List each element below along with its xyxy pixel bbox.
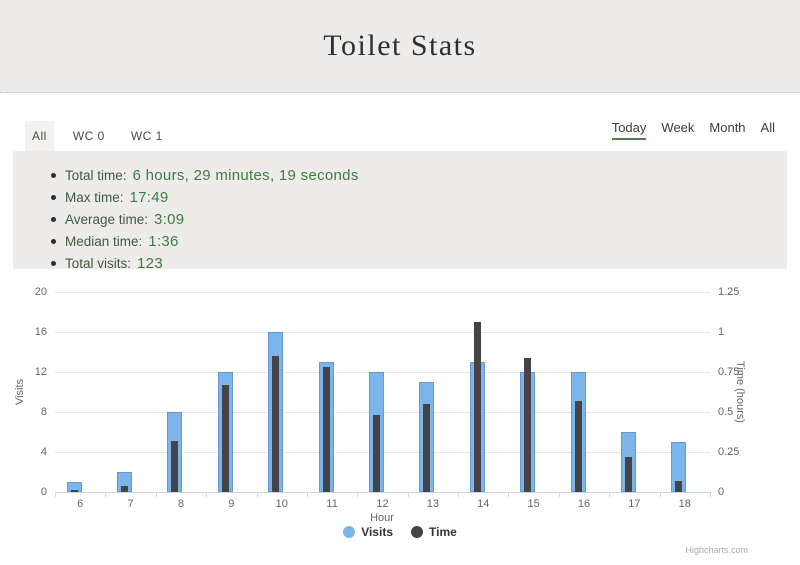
bar-time-6[interactable] bbox=[71, 490, 78, 492]
stat-max-time: Max time: 17:49 bbox=[51, 186, 787, 208]
y-axis-tick-right: 1 bbox=[718, 326, 724, 338]
stat-median-time: Median time: 1:36 bbox=[51, 230, 787, 252]
bullet-icon bbox=[51, 217, 56, 222]
x-axis-title: Hour bbox=[370, 512, 394, 524]
x-axis-label: 13 bbox=[427, 498, 439, 510]
y-axis-tick-left: 16 bbox=[0, 326, 47, 338]
y-axis-title-left: Visits bbox=[14, 379, 26, 405]
bar-time-13[interactable] bbox=[423, 404, 430, 492]
period-week[interactable]: Week bbox=[661, 120, 694, 140]
chart-plot-area bbox=[55, 292, 710, 492]
period-month[interactable]: Month bbox=[709, 120, 745, 140]
stat-value: 1:36 bbox=[148, 233, 178, 250]
x-axis-tick bbox=[105, 492, 106, 497]
bullet-icon bbox=[51, 239, 56, 244]
legend-label: Visits bbox=[361, 525, 393, 539]
tab-row: All WC 0 WC 1 Today Week Month All bbox=[0, 93, 800, 151]
y-axis-tick-right: 1.25 bbox=[718, 286, 739, 298]
x-axis-label: 8 bbox=[178, 498, 184, 510]
x-axis-label: 12 bbox=[376, 498, 388, 510]
bar-time-14[interactable] bbox=[474, 322, 481, 492]
y-axis-tick-left: 8 bbox=[0, 406, 47, 418]
bar-time-10[interactable] bbox=[272, 356, 279, 492]
stat-value: 6 hours, 29 minutes, 19 seconds bbox=[133, 167, 359, 184]
bar-time-8[interactable] bbox=[171, 441, 178, 492]
gridline bbox=[55, 332, 710, 333]
bar-time-16[interactable] bbox=[575, 401, 582, 492]
x-axis-tick bbox=[508, 492, 509, 497]
x-axis-label: 16 bbox=[578, 498, 590, 510]
gridline bbox=[55, 292, 710, 293]
period-selector: Today Week Month All bbox=[612, 120, 775, 151]
bullet-icon bbox=[51, 195, 56, 200]
visits-legend-marker-icon bbox=[343, 526, 355, 538]
x-axis-label: 17 bbox=[628, 498, 640, 510]
chart: Visits Time (hours) Hour Visits Time Hig… bbox=[0, 269, 800, 563]
bar-time-9[interactable] bbox=[222, 385, 229, 492]
y-axis-tick-right: 0.25 bbox=[718, 446, 739, 458]
stat-average-time: Average time: 3:09 bbox=[51, 208, 787, 230]
stat-value: 17:49 bbox=[130, 189, 169, 206]
x-axis-tick bbox=[206, 492, 207, 497]
y-axis-tick-right: 0.5 bbox=[718, 406, 733, 418]
legend-item-time[interactable]: Time bbox=[411, 525, 457, 539]
tab-all[interactable]: All bbox=[25, 121, 54, 151]
x-axis-tick bbox=[55, 492, 56, 497]
x-axis-label: 18 bbox=[679, 498, 691, 510]
x-axis-label: 9 bbox=[228, 498, 234, 510]
x-axis-tick bbox=[609, 492, 610, 497]
x-axis-label: 15 bbox=[528, 498, 540, 510]
y-axis-tick-left: 0 bbox=[0, 486, 47, 498]
time-legend-marker-icon bbox=[411, 526, 423, 538]
x-axis-label: 10 bbox=[276, 498, 288, 510]
x-axis-tick bbox=[307, 492, 308, 497]
bar-time-11[interactable] bbox=[323, 367, 330, 492]
page-title: Toilet Stats bbox=[323, 29, 476, 63]
y-axis-tick-right: 0 bbox=[718, 486, 724, 498]
x-axis-tick bbox=[408, 492, 409, 497]
x-axis-label: 6 bbox=[77, 498, 83, 510]
highcharts-credit-link[interactable]: Highcharts.com bbox=[685, 545, 748, 555]
x-axis-tick bbox=[156, 492, 157, 497]
stat-label: Median time: bbox=[65, 234, 142, 249]
bullet-icon bbox=[51, 261, 56, 266]
legend-label: Time bbox=[429, 525, 457, 539]
bar-time-12[interactable] bbox=[373, 415, 380, 492]
y-axis-tick-left: 4 bbox=[0, 446, 47, 458]
bar-time-18[interactable] bbox=[675, 481, 682, 492]
legend-item-visits[interactable]: Visits bbox=[343, 525, 393, 539]
stat-value: 3:09 bbox=[154, 211, 184, 228]
stat-label: Max time: bbox=[65, 190, 124, 205]
x-axis-tick bbox=[660, 492, 661, 497]
x-axis-tick bbox=[357, 492, 358, 497]
stat-total-time: Total time: 6 hours, 29 minutes, 19 seco… bbox=[51, 164, 787, 186]
x-axis-tick bbox=[257, 492, 258, 497]
y-axis-tick-right: 0.75 bbox=[718, 366, 739, 378]
bar-time-17[interactable] bbox=[625, 457, 632, 492]
tab-wc-1[interactable]: WC 1 bbox=[124, 121, 170, 151]
page-header: Toilet Stats bbox=[0, 0, 800, 93]
stat-label: Total time: bbox=[65, 168, 127, 183]
x-axis-label: 11 bbox=[326, 498, 337, 510]
y-axis-tick-left: 12 bbox=[0, 366, 47, 378]
bullet-icon bbox=[51, 173, 56, 178]
x-axis-label: 7 bbox=[128, 498, 134, 510]
period-today[interactable]: Today bbox=[612, 120, 647, 140]
y-axis-tick-left: 20 bbox=[0, 286, 47, 298]
stats-panel: Total time: 6 hours, 29 minutes, 19 seco… bbox=[13, 151, 787, 269]
bar-time-15[interactable] bbox=[524, 358, 531, 492]
period-all[interactable]: All bbox=[761, 120, 775, 140]
x-axis-tick bbox=[458, 492, 459, 497]
wc-tabs: All WC 0 WC 1 bbox=[25, 121, 182, 151]
tab-wc-0[interactable]: WC 0 bbox=[66, 121, 112, 151]
bar-time-7[interactable] bbox=[121, 486, 128, 492]
x-axis-tick bbox=[559, 492, 560, 497]
x-axis-line bbox=[55, 492, 710, 493]
stat-label: Average time: bbox=[65, 212, 148, 227]
x-axis-tick bbox=[710, 492, 711, 497]
chart-legend: Visits Time bbox=[0, 525, 800, 539]
x-axis-label: 14 bbox=[477, 498, 489, 510]
